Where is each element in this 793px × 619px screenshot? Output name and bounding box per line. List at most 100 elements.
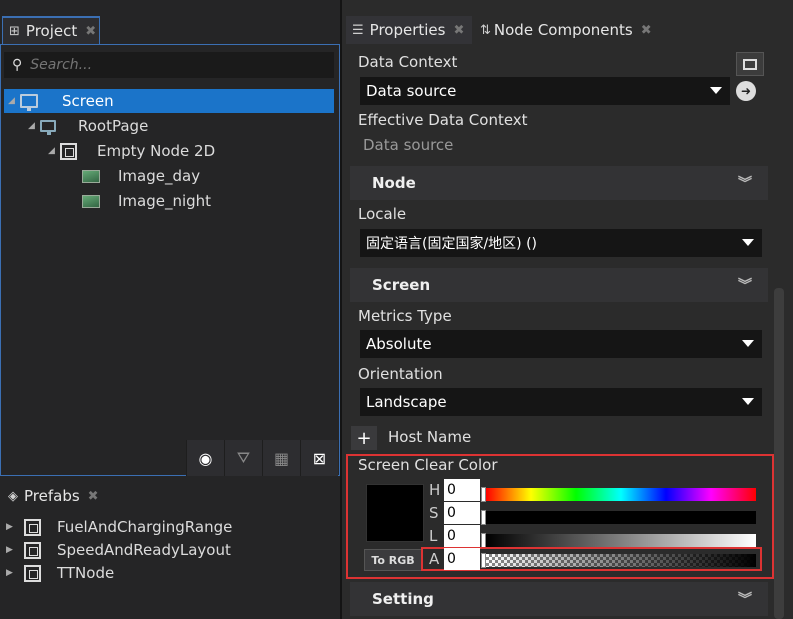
expand-icon[interactable]: ▶ [6, 568, 18, 578]
dropdown-arrow-icon [742, 340, 754, 347]
metrics-type-value: Absolute [366, 335, 432, 353]
data-context-value: Data source [366, 82, 457, 100]
color-swatch[interactable] [366, 484, 424, 542]
hue-input[interactable]: 0 [444, 479, 480, 501]
saturation-label: S [429, 504, 439, 522]
tree-item-image-night[interactable]: Image_night [82, 189, 211, 213]
alpha-input[interactable]: 0 [444, 548, 480, 570]
checker-icon[interactable]: ⊠ [300, 440, 338, 476]
components-icon: ⇅ [480, 22, 491, 38]
locale-value: 固定语言(固定国家/地区) () [366, 236, 538, 252]
lightness-label: L [429, 527, 438, 545]
image-icon [82, 169, 100, 183]
data-context-dropdown[interactable]: Data source [360, 77, 730, 105]
tree-item-label: RootPage [78, 117, 149, 135]
tree-item-label: Image_day [118, 167, 201, 185]
section-setting-title: Setting [372, 590, 434, 608]
dropdown-arrow-icon [742, 398, 754, 405]
node-icon [24, 564, 41, 582]
orientation-label: Orientation [358, 365, 443, 383]
hue-slider[interactable] [486, 488, 756, 501]
tab-project-label: Project [25, 22, 78, 40]
expand-icon[interactable]: ▶ [6, 545, 18, 555]
node-icon [24, 518, 41, 536]
tree-item-label: Empty Node 2D [97, 142, 216, 160]
node-icon [24, 541, 41, 559]
close-icon[interactable]: ✖ [641, 23, 652, 38]
close-icon[interactable]: ✖ [85, 24, 96, 39]
search-input[interactable] [30, 57, 311, 73]
tree-item-screen[interactable]: ◢ Screen [4, 89, 334, 113]
tab-project[interactable]: ⊞ Project ✖ [2, 16, 100, 44]
section-setting[interactable]: Setting ︾ [350, 582, 768, 616]
saturation-input[interactable]: 0 [444, 502, 480, 524]
lightness-slider[interactable] [486, 534, 756, 547]
project-toolbar: ◉ ⛛ ▦ ⊠ [186, 440, 340, 476]
monitor-icon [40, 120, 56, 135]
prefab-item[interactable]: ▶ SpeedAndReadyLayout [6, 539, 231, 561]
chevron-down-icon: ︾ [738, 592, 752, 608]
metrics-type-label: Metrics Type [358, 307, 452, 325]
add-host-name-button[interactable]: + [351, 426, 377, 450]
list-icon: ☰ [352, 22, 364, 38]
scrollbar[interactable] [774, 288, 784, 619]
tree-item-label: Screen [62, 92, 114, 110]
prefab-item[interactable]: ▶ FuelAndChargingRange [6, 516, 232, 538]
dropdown-arrow-icon [710, 87, 722, 94]
eye-icon[interactable]: ◉ [186, 440, 224, 476]
tree-item-empty-node-2d[interactable]: ◢ Empty Node 2D [48, 139, 215, 163]
locale-dropdown[interactable]: 固定语言(固定国家/地区) () [360, 229, 762, 257]
close-icon[interactable]: ✖ [453, 23, 464, 38]
lightness-input[interactable]: 0 [444, 525, 480, 547]
tab-properties[interactable]: ☰ Properties ✖ [346, 16, 472, 44]
search-icon: ⚲ [12, 57, 23, 73]
hue-label: H [429, 481, 441, 499]
dropdown-arrow-icon [742, 239, 754, 246]
expand-icon[interactable]: ▶ [6, 522, 18, 532]
collapse-icon[interactable]: ◢ [8, 96, 20, 106]
alpha-slider[interactable] [486, 554, 756, 567]
monitor-icon [20, 94, 38, 111]
tab-prefabs-label: Prefabs [24, 487, 80, 505]
tree-item-label: Image_night [118, 192, 212, 210]
prefab-icon: ◈ [8, 488, 18, 504]
orientation-value: Landscape [366, 393, 447, 411]
effective-context-label: Effective Data Context [358, 111, 528, 129]
host-name-label: Host Name [388, 428, 472, 446]
prefab-label: FuelAndChargingRange [57, 518, 233, 536]
node-icon [60, 142, 77, 160]
hue-handle[interactable] [481, 487, 486, 502]
collapse-icon[interactable]: ◢ [28, 121, 40, 131]
binding-icon[interactable] [736, 52, 764, 76]
tab-node-components[interactable]: ⇅ Node Components ✖ [474, 16, 660, 44]
chevron-down-icon: ︾ [738, 176, 752, 192]
metrics-type-dropdown[interactable]: Absolute [360, 330, 762, 358]
search-bar[interactable]: ⚲ [4, 52, 334, 78]
section-node[interactable]: Node ︾ [350, 166, 768, 200]
section-screen-title: Screen [372, 276, 431, 294]
filter-icon[interactable]: ⛛ [224, 440, 262, 476]
section-screen[interactable]: Screen ︾ [350, 268, 768, 302]
navigate-icon[interactable]: ➜ [736, 81, 756, 101]
orientation-dropdown[interactable]: Landscape [360, 388, 762, 416]
alpha-handle[interactable] [481, 553, 486, 568]
saturation-slider[interactable] [486, 511, 756, 524]
effective-context-value: Data source [363, 136, 454, 154]
project-icon: ⊞ [9, 23, 20, 39]
chevron-down-icon: ︾ [738, 278, 752, 294]
grid-icon[interactable]: ▦ [262, 440, 300, 476]
lightness-handle[interactable] [481, 533, 486, 548]
tab-properties-label: Properties [369, 21, 446, 39]
tab-prefabs[interactable]: ◈ Prefabs ✖ [2, 482, 102, 510]
prefab-item[interactable]: ▶ TTNode [6, 562, 114, 584]
to-rgb-button[interactable]: To RGB [364, 549, 422, 571]
close-icon[interactable]: ✖ [88, 489, 99, 504]
data-context-label: Data Context [358, 53, 458, 71]
collapse-icon[interactable]: ◢ [48, 146, 60, 156]
tree-item-image-day[interactable]: Image_day [82, 164, 200, 188]
tree-item-rootpage[interactable]: ◢ RootPage [28, 114, 148, 138]
section-node-title: Node [372, 174, 416, 192]
saturation-handle[interactable] [481, 510, 486, 525]
screen-clear-color-label: Screen Clear Color [358, 456, 498, 474]
locale-label: Locale [358, 205, 407, 223]
